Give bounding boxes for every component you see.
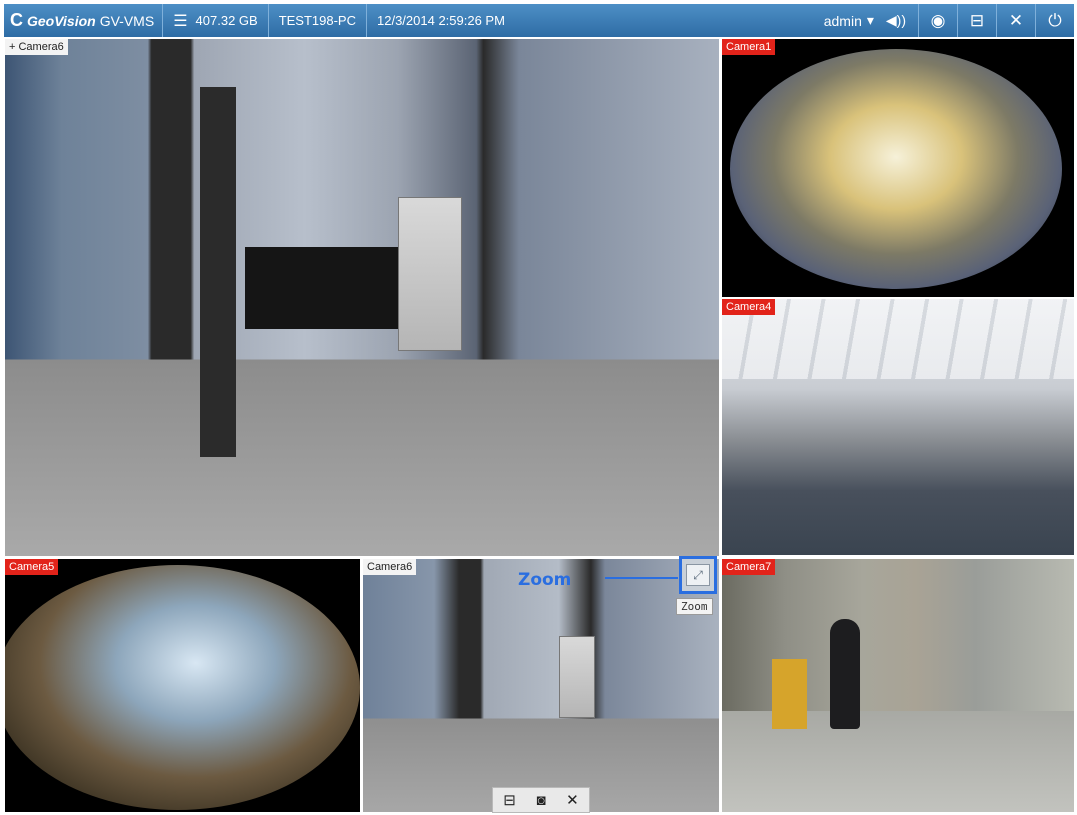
pc-name: TEST198-PC <box>278 13 356 28</box>
door-image-region <box>200 87 236 457</box>
geovision-logo-icon: C <box>10 10 23 30</box>
camera-pane-main[interactable]: + Camera6 <box>5 39 719 556</box>
person-region <box>830 619 860 729</box>
datetime: 12/3/2014 2:59:26 PM <box>377 13 505 28</box>
fisheye-video <box>5 565 360 810</box>
camera-label: Camera6 <box>363 559 417 575</box>
power-button[interactable]: ⏻ <box>1035 4 1074 37</box>
camera-label: Camera5 <box>5 559 59 575</box>
camera-label: Camera4 <box>722 299 776 315</box>
zoom-callout: Zoom <box>518 570 572 590</box>
camera-pane-camera7[interactable]: Camera7 <box>722 559 1074 812</box>
camera-label: + Camera6 <box>5 39 68 55</box>
database-icon: ☰ <box>173 12 188 30</box>
camera-pane-camera5[interactable]: Camera5 <box>5 559 360 812</box>
camera-pane-camera4[interactable]: Camera4 <box>722 299 1074 555</box>
chevron-down-icon: ▾ <box>866 12 874 28</box>
zoom-button[interactable]: ⤢ <box>679 556 717 594</box>
brand: C GeoVision GV-VMS <box>4 4 162 37</box>
storage-indicator[interactable]: ☰ 407.32 GB <box>163 4 268 37</box>
user-name: admin <box>823 12 862 29</box>
volume-button[interactable]: ◀)) <box>880 12 918 29</box>
copier-image-region <box>559 636 595 718</box>
storage-value: 407.32 GB <box>195 13 258 28</box>
boxes-region <box>772 659 807 729</box>
top-toolbar: C GeoVision GV-VMS ☰ 407.32 GB TEST198-P… <box>4 4 1074 37</box>
tools-button[interactable]: ✕ <box>996 4 1035 37</box>
tools-icon: ✕ <box>1008 10 1024 30</box>
layout-button[interactable]: ⊟ <box>957 4 996 37</box>
camera-pane-camera1[interactable]: Camera1 <box>722 39 1074 297</box>
power-icon: ⏻ <box>1048 10 1062 30</box>
camera-label: Camera1 <box>722 39 776 55</box>
user-menu[interactable]: admin ▾ <box>818 12 880 29</box>
camera-pane-camera6[interactable]: Camera6 <box>363 559 719 812</box>
copier-image-region <box>398 197 462 351</box>
view-button[interactable]: ◉ <box>918 4 957 37</box>
camera-label: Camera7 <box>722 559 776 575</box>
toolbar-right: admin ▾ ◀)) ◉ ⊟ ✕ ⏻ <box>818 4 1074 37</box>
pane-toolbar: ⊟ ◙ ✕ <box>492 787 590 813</box>
layout-icon: ⊟ <box>969 10 985 30</box>
brand-name: GeoVision <box>27 12 96 29</box>
callout-line <box>605 577 678 579</box>
tools-icon[interactable]: ✕ <box>566 791 579 809</box>
eye-icon: ◉ <box>930 10 946 30</box>
layout-icon[interactable]: ⊟ <box>503 791 516 809</box>
product-name: GV-VMS <box>99 12 155 29</box>
speaker-icon: ◀)) <box>885 12 906 28</box>
zoom-tooltip: Zoom <box>676 598 713 615</box>
camera-icon[interactable]: ◙ <box>536 792 545 809</box>
fisheye-video <box>730 49 1062 289</box>
zoom-icon: ⤢ <box>686 564 710 586</box>
